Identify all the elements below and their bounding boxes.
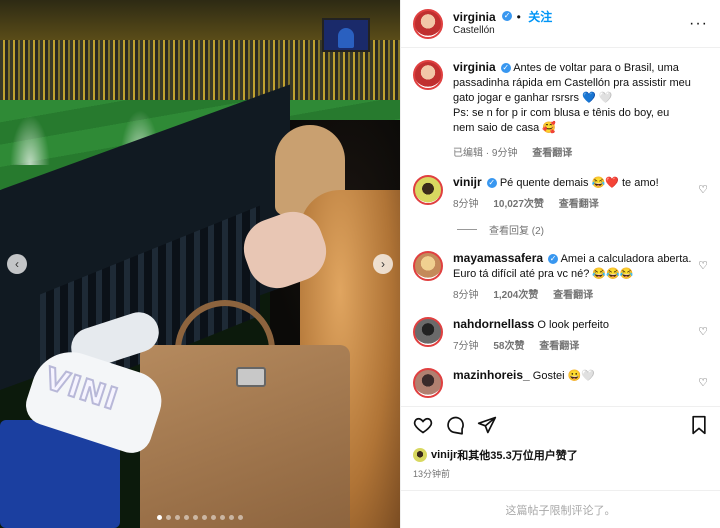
- separator-dot: •: [516, 9, 521, 24]
- carousel-dot: [220, 515, 225, 520]
- follow-button[interactable]: 关注: [528, 10, 552, 24]
- commenter-avatar[interactable]: [413, 175, 443, 205]
- comment-time: 8分钟: [453, 290, 479, 301]
- verified-badge-icon: ✓: [500, 63, 511, 74]
- heart-icon[interactable]: ♡: [698, 325, 708, 338]
- carousel-dot: [238, 515, 243, 520]
- caption-edited: 已编辑 · 9分钟: [453, 148, 518, 159]
- carousel-dot: [175, 515, 180, 520]
- commenter-avatar[interactable]: [413, 317, 443, 347]
- bookmark-icon[interactable]: [690, 415, 708, 440]
- heart-icon[interactable]: ♡: [698, 376, 708, 389]
- translate-link[interactable]: 查看翻译: [553, 290, 593, 301]
- verified-badge-icon: ✓: [502, 11, 513, 22]
- comment-username[interactable]: vinijr: [453, 175, 482, 189]
- comment-likes[interactable]: 1,204次赞: [493, 290, 538, 301]
- comment-icon[interactable]: [445, 415, 465, 440]
- comment-username[interactable]: mazinhoreis_: [453, 368, 530, 382]
- comment-text: O look perfeito: [537, 319, 609, 331]
- comment-likes[interactable]: 58次赞: [493, 341, 524, 352]
- comment-username[interactable]: nahdornellass: [453, 317, 534, 331]
- verified-badge-icon: ✓: [548, 254, 559, 265]
- comment-text: Pé quente demais 😂❤️ te amo!: [499, 177, 659, 189]
- post-media[interactable]: VINI ‹ ›: [0, 0, 400, 528]
- comments-limited-notice: 这篇帖子限制评论了。: [401, 490, 720, 528]
- bag-lock: [236, 367, 266, 387]
- comment-username[interactable]: mayamassafera: [453, 251, 543, 265]
- comment-time: 7分钟: [453, 341, 479, 352]
- stadium-screen: [322, 18, 370, 52]
- heart-icon[interactable]: [413, 415, 433, 440]
- caption: virginia ✓ Antes de voltar para o Brasil…: [413, 60, 708, 161]
- prev-arrow-icon[interactable]: ‹: [7, 254, 27, 274]
- comment-item: mayamassafera ✓ Amei a calculadora abert…: [413, 251, 708, 303]
- translate-link[interactable]: 查看翻译: [559, 199, 599, 210]
- carousel-dot: [229, 515, 234, 520]
- heart-icon[interactable]: ♡: [698, 259, 708, 272]
- carousel-dot: [193, 515, 198, 520]
- caption-username[interactable]: virginia: [453, 60, 496, 74]
- likes-summary[interactable]: vinijr 和其他35.3万位用户赞了: [413, 447, 708, 463]
- comment-time: 8分钟: [453, 199, 479, 210]
- comment-item: nahdornellass O look perfeito 7分钟 58次赞 查…: [413, 317, 708, 354]
- comment-item: mazinhoreis_ Gostei 😀🤍 ♡: [413, 368, 708, 398]
- author-username[interactable]: virginia: [453, 10, 496, 24]
- author-avatar[interactable]: [413, 60, 443, 90]
- post-time: 13分钟前: [413, 469, 451, 479]
- carousel-dot: [166, 515, 171, 520]
- post-location[interactable]: Castellón: [453, 24, 552, 38]
- carousel-dot: [184, 515, 189, 520]
- carousel-dot: [202, 515, 207, 520]
- action-bar: vinijr 和其他35.3万位用户赞了 13分钟前: [401, 406, 720, 480]
- replies-line: [457, 229, 477, 230]
- translate-link[interactable]: 查看翻译: [532, 148, 572, 159]
- share-icon[interactable]: [477, 415, 497, 440]
- carousel-dots: [0, 515, 400, 520]
- post-view: VINI ‹ › virginia ✓ • 关注 Castellón ··· v…: [0, 0, 720, 528]
- author-avatar[interactable]: [413, 8, 443, 39]
- liker-avatar[interactable]: [413, 448, 427, 462]
- liker-username[interactable]: vinijr: [431, 449, 457, 461]
- comment-likes[interactable]: 10,027次赞: [493, 199, 544, 210]
- sprinkler-spray: [10, 115, 50, 165]
- post-sidebar: virginia ✓ • 关注 Castellón ··· virginia ✓…: [400, 0, 720, 528]
- comment-item: vinijr ✓ Pé quente demais 😂❤️ te amo! 8分…: [413, 175, 708, 212]
- next-arrow-icon[interactable]: ›: [373, 254, 393, 274]
- view-replies-label[interactable]: 查看回复 (2): [489, 222, 544, 237]
- caption-ps: Ps: se n for p ir com blusa e tênis do b…: [453, 107, 670, 134]
- view-replies[interactable]: 查看回复 (2): [457, 222, 708, 237]
- comment-text: Gostei 😀🤍: [532, 370, 596, 382]
- carousel-dot: [211, 515, 216, 520]
- commenter-avatar[interactable]: [413, 368, 443, 398]
- commenter-avatar[interactable]: [413, 251, 443, 281]
- verified-badge-icon: ✓: [486, 178, 497, 189]
- likes-text[interactable]: 和其他35.3万位用户赞了: [457, 447, 577, 463]
- more-dots-icon[interactable]: ···: [689, 15, 708, 33]
- heart-icon[interactable]: ♡: [698, 183, 708, 196]
- carousel-dot: [157, 515, 162, 520]
- post-header: virginia ✓ • 关注 Castellón ···: [401, 0, 720, 48]
- translate-link[interactable]: 查看翻译: [539, 341, 579, 352]
- comments-list[interactable]: virginia ✓ Antes de voltar para o Brasil…: [401, 48, 720, 406]
